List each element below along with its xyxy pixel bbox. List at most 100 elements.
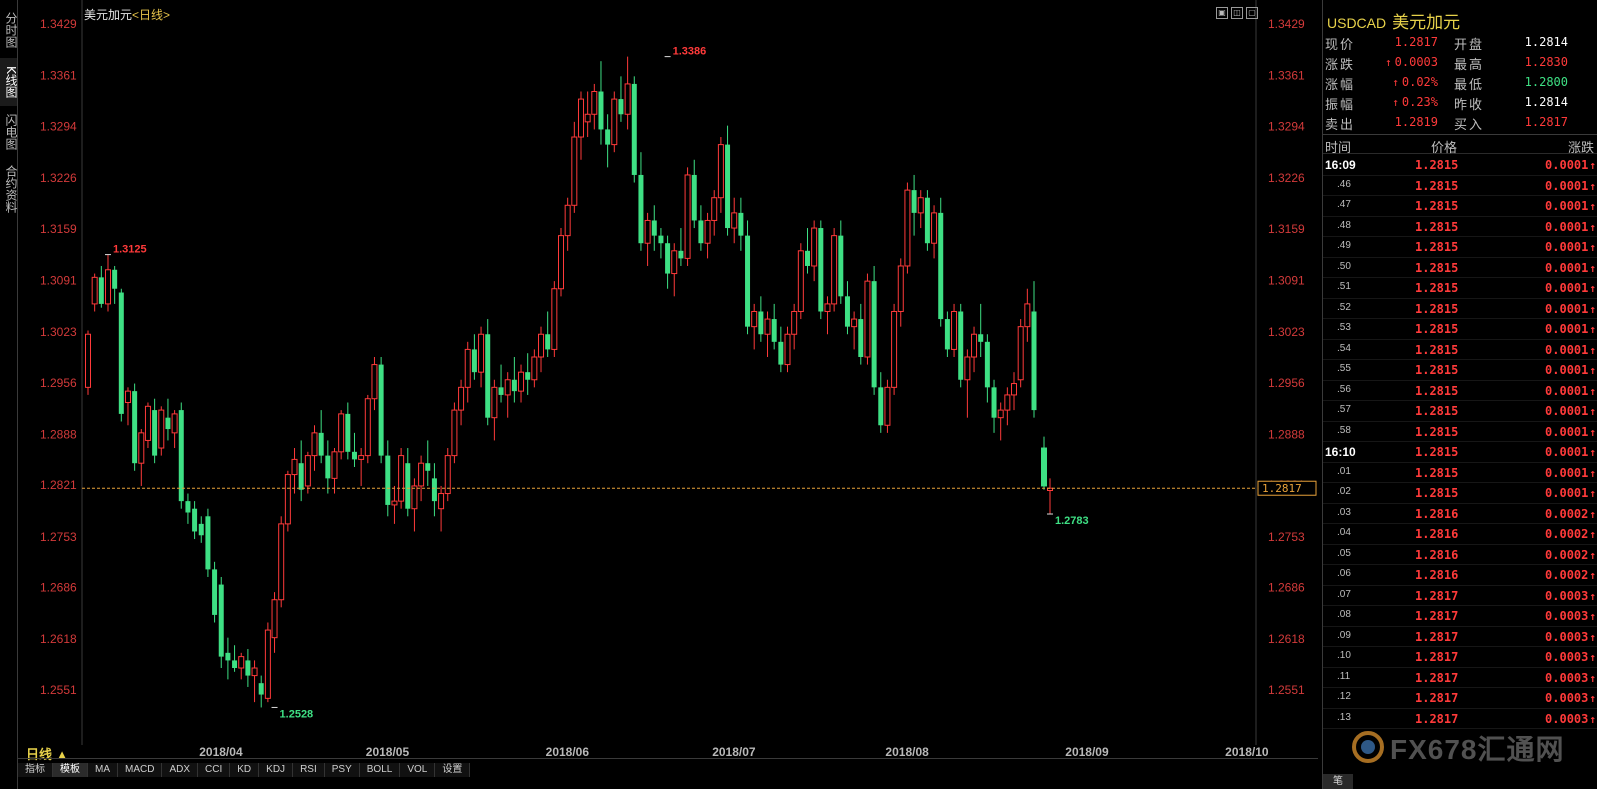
tick-price: 1.2816 xyxy=(1415,568,1459,582)
left-view-tabs: 分时图 K线图 闪电图 合约资料 xyxy=(0,0,18,789)
tick-row[interactable]: .07 1.2817 0.0003 xyxy=(1323,586,1597,606)
tick-row[interactable]: 16:09 1.2815 0.0001 xyxy=(1323,155,1597,176)
tick-row[interactable]: .08 1.2817 0.0003 xyxy=(1323,606,1597,627)
tick-change: 0.0002 xyxy=(1545,507,1596,521)
candle-body-down xyxy=(665,243,671,274)
quote-label: 开盘 xyxy=(1454,37,1485,52)
tick-time: .10 xyxy=(1337,650,1351,661)
tick-row[interactable]: .56 1.2815 0.0001 xyxy=(1323,381,1597,401)
candle-body-down xyxy=(232,660,238,669)
tick-row[interactable]: .54 1.2815 0.0001 xyxy=(1323,340,1597,360)
indicator-tab-settings[interactable]: 设置 xyxy=(435,763,471,777)
candle-body-down xyxy=(618,99,624,115)
tick-row[interactable]: .50 1.2815 0.0001 xyxy=(1323,258,1597,278)
candle-body-down xyxy=(758,311,764,335)
candle-body-down xyxy=(871,281,877,388)
tick-row[interactable]: .52 1.2815 0.0001 xyxy=(1323,299,1597,319)
candle-body-up xyxy=(997,409,1004,419)
tick-row[interactable]: .12 1.2817 0.0003 xyxy=(1323,688,1597,709)
tick-row[interactable]: 16:10 1.2815 0.0001 xyxy=(1323,442,1597,463)
tick-row[interactable]: .06 1.2816 0.0002 xyxy=(1323,565,1597,586)
tick-change: 0.0001 xyxy=(1545,363,1596,377)
indicator-tab-vol[interactable]: VOL xyxy=(400,763,436,777)
indicator-tab-kdj[interactable]: KDJ xyxy=(259,763,294,777)
tick-row[interactable]: .11 1.2817 0.0003 xyxy=(1323,668,1597,688)
candle-body-up xyxy=(518,371,525,392)
candle-body-down xyxy=(658,235,664,244)
tick-time: .55 xyxy=(1337,363,1351,374)
window-button-1[interactable]: ▣ xyxy=(1216,7,1228,19)
tick-row[interactable]: .51 1.2815 0.0001 xyxy=(1323,278,1597,299)
tick-row[interactable]: .53 1.2815 0.0001 xyxy=(1323,319,1597,340)
candle-body-down xyxy=(192,508,198,532)
indicator-tab-kd[interactable]: KD xyxy=(230,763,260,777)
period-selector[interactable]: 日线 ▲ xyxy=(26,744,68,763)
tick-price: 1.2815 xyxy=(1415,158,1459,172)
tick-row[interactable]: .01 1.2815 0.0001 xyxy=(1323,463,1597,483)
tick-row[interactable]: .10 1.2817 0.0003 xyxy=(1323,647,1597,668)
tick-row[interactable]: .46 1.2815 0.0001 xyxy=(1323,176,1597,196)
candle-body-up xyxy=(331,451,338,479)
y-tick-label-left: 1.3361 xyxy=(40,69,77,83)
indicator-tab-macd[interactable]: MACD xyxy=(118,763,163,777)
candle-body-up xyxy=(1004,394,1011,411)
indicator-tab-psy[interactable]: PSY xyxy=(325,763,360,777)
y-tick-label-left: 1.2821 xyxy=(40,478,77,492)
tab-timeshare[interactable]: 分时图 xyxy=(0,6,18,54)
tick-price: 1.2815 xyxy=(1415,301,1459,316)
candle-body-up xyxy=(138,432,145,464)
window-button-2[interactable]: ◫ xyxy=(1231,7,1243,19)
quote-value: 1.2817 xyxy=(1394,35,1438,49)
indicator-tab-rsi[interactable]: RSI xyxy=(293,763,325,777)
tick-row[interactable]: .49 1.2815 0.0001 xyxy=(1323,237,1597,258)
tick-change: 0.0001 xyxy=(1545,281,1596,295)
y-tick-label-left: 1.3294 xyxy=(40,119,77,133)
tick-row[interactable]: .09 1.2817 0.0003 xyxy=(1323,627,1597,647)
candle-body-down xyxy=(638,174,644,244)
tick-time: .12 xyxy=(1337,691,1351,702)
tick-change: 0.0003 xyxy=(1545,630,1596,644)
quote-value: 0.02% xyxy=(1392,75,1438,89)
candle-body-up xyxy=(704,219,711,244)
quote-label: 振幅 xyxy=(1325,97,1356,112)
candle-body-down xyxy=(378,364,384,456)
quote-label: 卖出 xyxy=(1325,117,1356,132)
candle-body-up xyxy=(291,458,298,476)
tick-row[interactable]: .58 1.2815 0.0001 xyxy=(1323,422,1597,442)
tick-row[interactable]: .04 1.2816 0.0002 xyxy=(1323,524,1597,545)
tick-row[interactable]: .47 1.2815 0.0001 xyxy=(1323,196,1597,217)
indicator-tab-ma[interactable]: MA xyxy=(88,763,118,777)
indicator-tab-boll[interactable]: BOLL xyxy=(360,763,401,777)
tick-row[interactable]: .48 1.2815 0.0001 xyxy=(1323,217,1597,237)
tick-time: .13 xyxy=(1337,711,1351,723)
tick-price: 1.2815 xyxy=(1415,486,1459,500)
panel-symbol-name: 美元加元 xyxy=(1392,13,1461,32)
tick-row[interactable]: .05 1.2816 0.0002 xyxy=(1323,545,1597,565)
extreme-label: 1.3386 xyxy=(673,46,707,58)
indicator-tab-template[interactable]: 模板 xyxy=(53,763,88,777)
indicator-tab-cci[interactable]: CCI xyxy=(198,763,231,777)
tab-kline[interactable]: K线图 xyxy=(0,58,18,106)
candle-body-up xyxy=(158,409,165,449)
kline-chart[interactable]: 1.3429 1.3429 1.3361 1.3361 1.3294 1.3294 1.32… xyxy=(18,0,1342,758)
indicator-tab-zhibiao[interactable]: 指标 xyxy=(18,763,53,777)
tick-table[interactable]: 16:09 1.2815 0.0001 .46 1.2815 0.0001 .47 1.281… xyxy=(1323,155,1597,729)
candle-body-up xyxy=(558,235,564,290)
candle-body-up xyxy=(1024,303,1031,328)
quote-value: 1.2817 xyxy=(1524,115,1568,129)
y-tick-label-right: 1.3226 xyxy=(1268,171,1305,185)
tab-contract-info[interactable]: 合约资料 xyxy=(0,160,18,218)
tick-price: 1.2817 xyxy=(1415,691,1459,705)
candle-body-down xyxy=(678,250,684,259)
tab-flash-chart[interactable]: 闪电图 xyxy=(0,108,18,156)
tick-price: 1.2817 xyxy=(1415,650,1459,664)
tick-row[interactable]: .03 1.2816 0.0002 xyxy=(1323,504,1597,524)
indicator-tab-adx[interactable]: ADX xyxy=(162,763,199,777)
tick-row[interactable]: .02 1.2815 0.0001 xyxy=(1323,483,1597,504)
tick-change: 0.0002 xyxy=(1545,527,1596,541)
tick-row[interactable]: .57 1.2815 0.0001 xyxy=(1323,401,1597,422)
header-price: 价格 xyxy=(1431,140,1458,155)
y-tick-label-right: 1.3429 xyxy=(1268,17,1305,31)
tick-row[interactable]: .55 1.2815 0.0001 xyxy=(1323,360,1597,381)
window-button-3[interactable]: ▢ xyxy=(1246,7,1258,19)
